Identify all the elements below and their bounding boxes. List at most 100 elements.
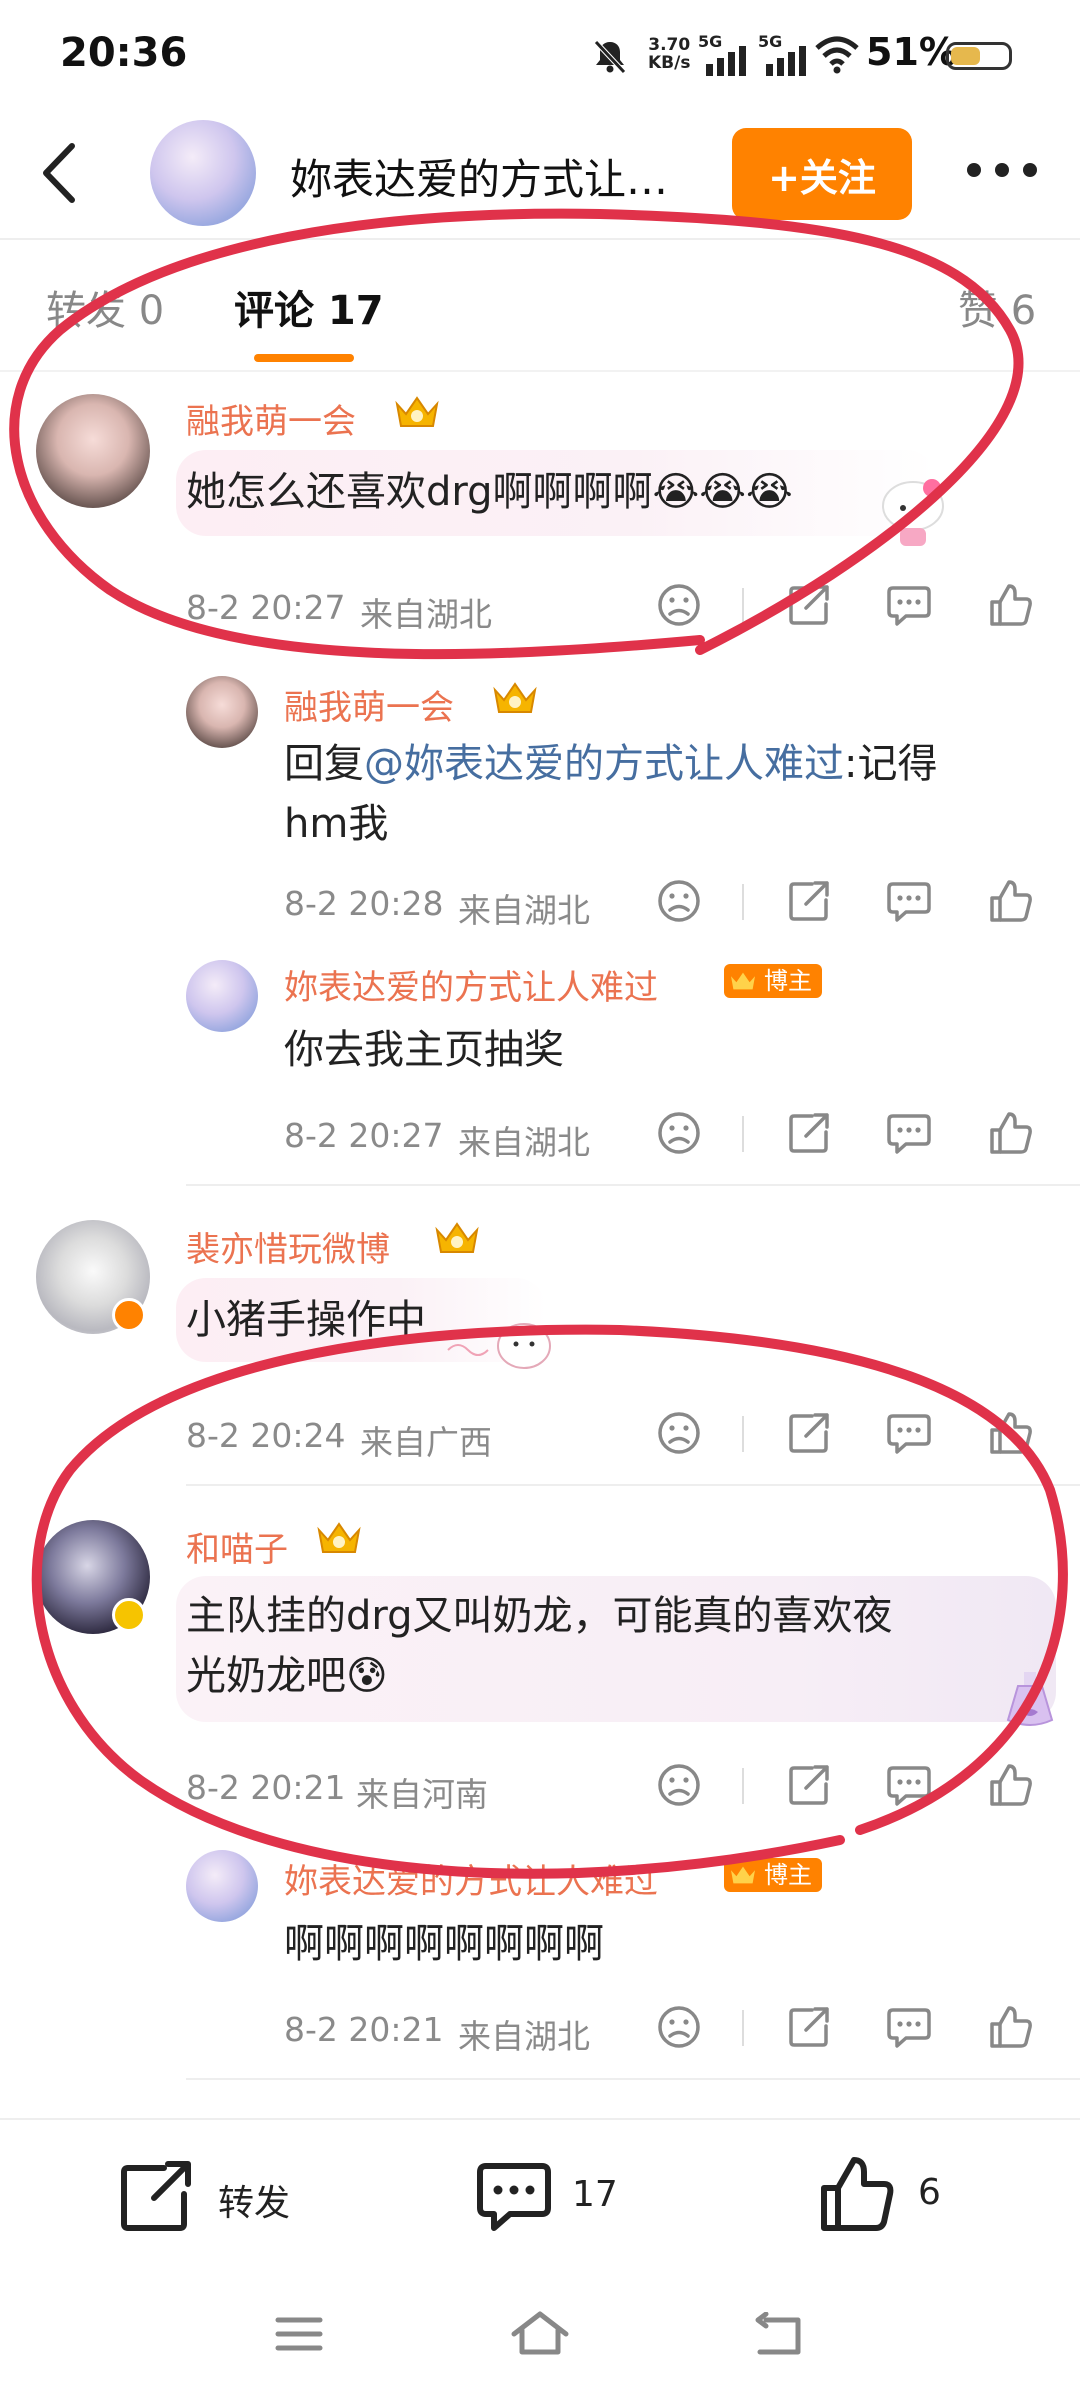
header-divider: [0, 238, 1080, 240]
back-nav-icon[interactable]: [752, 2312, 806, 2358]
reply-icon-glyph: [887, 1766, 931, 1806]
share-icon-glyph: [789, 2007, 829, 2047]
repost-button[interactable]: 转发: [120, 2156, 320, 2236]
like-icon[interactable]: [988, 1762, 1034, 1808]
bear-sticker-icon: [447, 1323, 551, 1369]
share-icon[interactable]: [786, 878, 832, 924]
crown-badge-icon: [731, 1866, 755, 1884]
comment-text: 主队挂的drg又叫奶龙，可能真的喜欢夜 光奶龙吧😰: [186, 1593, 893, 1699]
comment-text: 你去我主页抽奖: [284, 1027, 564, 1073]
signal-bars-icon: [706, 46, 746, 76]
username[interactable]: 融我萌一会: [186, 394, 356, 443]
reply-icon-glyph: [887, 882, 931, 922]
follow-button[interactable]: +关注: [732, 128, 912, 220]
avatar[interactable]: [36, 394, 150, 508]
signal-1: 5G: [698, 32, 756, 76]
tab-likes[interactable]: 赞 6: [958, 278, 1036, 336]
like-icon-glyph: [990, 2006, 1032, 2048]
dislike-icon[interactable]: [656, 878, 702, 924]
reply-icon[interactable]: [886, 1110, 932, 1156]
share-icon[interactable]: [786, 1762, 832, 1808]
like-icon-glyph: [990, 1764, 1032, 1806]
reply-icon[interactable]: [886, 878, 932, 924]
like-icon[interactable]: [988, 582, 1034, 628]
comment-text: 她怎么还喜欢drg啊啊啊啊😭😭😭: [186, 469, 793, 515]
username[interactable]: 融我萌一会: [284, 680, 454, 729]
comment-location: 来自河南: [356, 1775, 488, 1814]
comment-text: 小猪手操作中: [186, 1297, 426, 1343]
header-avatar[interactable]: [150, 120, 256, 226]
share-icon: [121, 2161, 191, 2231]
comment-time: 8-2 20:21: [284, 2010, 444, 2049]
like-icon[interactable]: [988, 878, 1034, 924]
action-separator: [742, 884, 744, 920]
tab-active-indicator: [254, 354, 354, 362]
comment-location: 来自湖北: [458, 1123, 590, 1162]
share-icon[interactable]: [786, 2004, 832, 2050]
username[interactable]: 和喵子: [186, 1522, 288, 1571]
dislike-icon-glyph: [658, 1112, 700, 1154]
comment-location: 来自广西: [360, 1423, 492, 1462]
like-icon-glyph: [990, 584, 1032, 626]
share-icon-glyph: [789, 881, 829, 921]
share-icon[interactable]: [786, 582, 832, 628]
like-icon[interactable]: [988, 1410, 1034, 1456]
thumbs-up-icon: [821, 2157, 894, 2231]
tab-comments[interactable]: 评论 17: [234, 278, 384, 336]
net-speed: 3.70 KB/s: [648, 35, 691, 73]
reply-icon[interactable]: [886, 582, 932, 628]
comment-time: 8-2 20:21: [186, 1768, 346, 1807]
dislike-icon[interactable]: [656, 2004, 702, 2050]
like-icon-glyph: [990, 1112, 1032, 1154]
share-icon[interactable]: [786, 1410, 832, 1456]
reply-prefix: 回复: [284, 741, 364, 787]
mention-link[interactable]: @妳表达爱的方式让人难过: [364, 741, 844, 787]
kitty-sticker-icon: [882, 479, 944, 546]
comment-button[interactable]: 17: [476, 2156, 636, 2236]
dislike-icon[interactable]: [656, 1762, 702, 1808]
menu-nav-icon[interactable]: [274, 2314, 324, 2354]
dislike-icon[interactable]: [656, 582, 702, 628]
like-button[interactable]: 6: [818, 2152, 958, 2236]
avatar[interactable]: [186, 676, 258, 748]
status-time: 20:36: [60, 30, 188, 76]
home-nav-icon[interactable]: [508, 2308, 572, 2358]
comment-divider: [186, 1484, 1080, 1486]
share-icon-glyph: [789, 1113, 829, 1153]
reply-text: 回复@妳表达爱的方式让人难过:记得 hm我: [284, 734, 937, 854]
page-title: 妳表达爱的方式让…: [290, 155, 669, 204]
comment-time: 8-2 20:28: [284, 884, 444, 923]
reply-icon[interactable]: [886, 2004, 932, 2050]
back-button[interactable]: [36, 138, 86, 208]
dislike-icon[interactable]: [656, 1410, 702, 1456]
comment-time: 8-2 20:27: [186, 588, 346, 627]
crown-badge-icon: [493, 682, 537, 713]
like-icon[interactable]: [988, 2004, 1034, 2050]
verified-icon: [112, 1298, 146, 1332]
username[interactable]: 裴亦惜玩微博: [186, 1222, 390, 1271]
username[interactable]: 妳表达爱的方式让人难过: [284, 960, 658, 1009]
avatar[interactable]: [186, 960, 258, 1032]
share-icon[interactable]: [786, 1110, 832, 1156]
like-icon[interactable]: [988, 1110, 1034, 1156]
signal-bars-icon: [766, 46, 806, 76]
verified-icon: [112, 1598, 146, 1632]
dislike-icon[interactable]: [656, 1110, 702, 1156]
bottom-bar-divider: [0, 2118, 1080, 2120]
reply-icon-glyph: [887, 1114, 931, 1154]
avatar[interactable]: [186, 1850, 258, 1922]
comment-icon: [477, 2163, 551, 2231]
action-separator: [742, 1116, 744, 1152]
more-options-icon[interactable]: [962, 150, 1042, 190]
tab-repost[interactable]: 转发 0: [46, 278, 164, 336]
reply-icon-glyph: [887, 586, 931, 626]
wifi-icon: [815, 36, 859, 74]
username[interactable]: 妳表达爱的方式让人难过: [284, 1854, 658, 1903]
reply-icon[interactable]: [886, 1762, 932, 1808]
dislike-icon-glyph: [658, 1764, 700, 1806]
reply-icon[interactable]: [886, 1410, 932, 1456]
share-icon-glyph: [789, 1413, 829, 1453]
comment-time: 8-2 20:27: [284, 1116, 444, 1155]
reply-body-line2: hm我: [284, 801, 389, 847]
crown-badge-icon: [395, 396, 439, 427]
